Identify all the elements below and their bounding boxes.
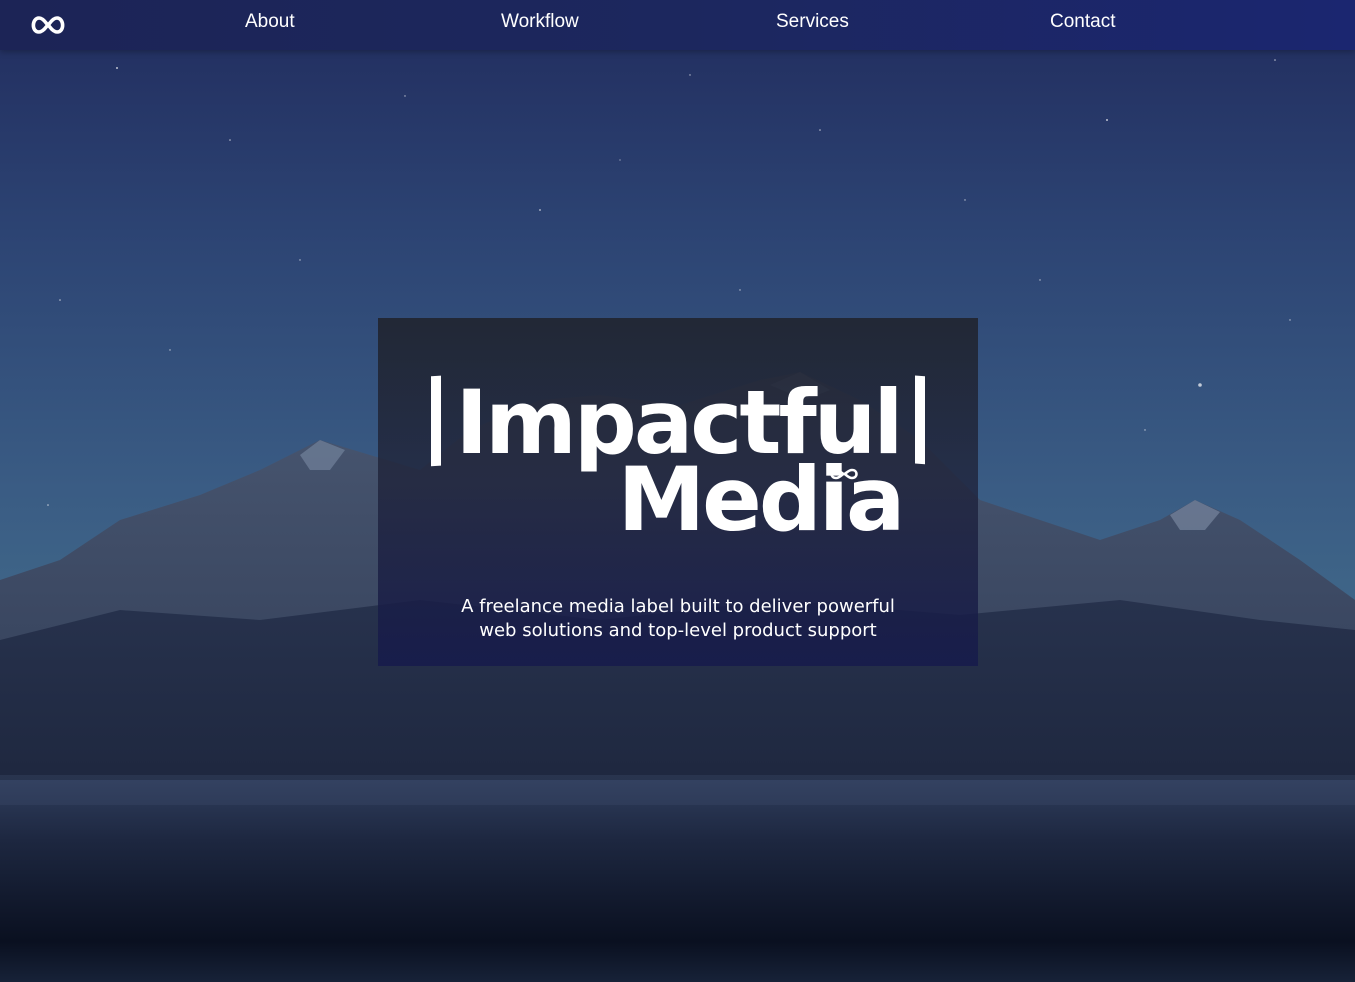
infinity-icon[interactable] (28, 12, 68, 38)
hero-title-line2: Media (618, 448, 903, 551)
nav-link-workflow[interactable]: Workflow (501, 11, 579, 33)
nav-link-about[interactable]: About (245, 11, 295, 33)
landing-page: About Workflow Services Contact Impactfu… (0, 0, 1355, 982)
top-navbar: About Workflow Services Contact (0, 0, 1355, 50)
brand-wordmark: Impactful Media (431, 371, 925, 551)
hero-tagline-line1: A freelance media label built to deliver… (461, 596, 895, 617)
nav-link-services[interactable]: Services (776, 11, 849, 33)
hero-card: Impactful Media A freelance media label … (378, 318, 978, 666)
nav-link-contact[interactable]: Contact (1050, 11, 1115, 33)
hero-tagline: A freelance media label built to deliver… (418, 595, 938, 643)
hero-tagline-line2: web solutions and top-level product supp… (479, 620, 877, 641)
